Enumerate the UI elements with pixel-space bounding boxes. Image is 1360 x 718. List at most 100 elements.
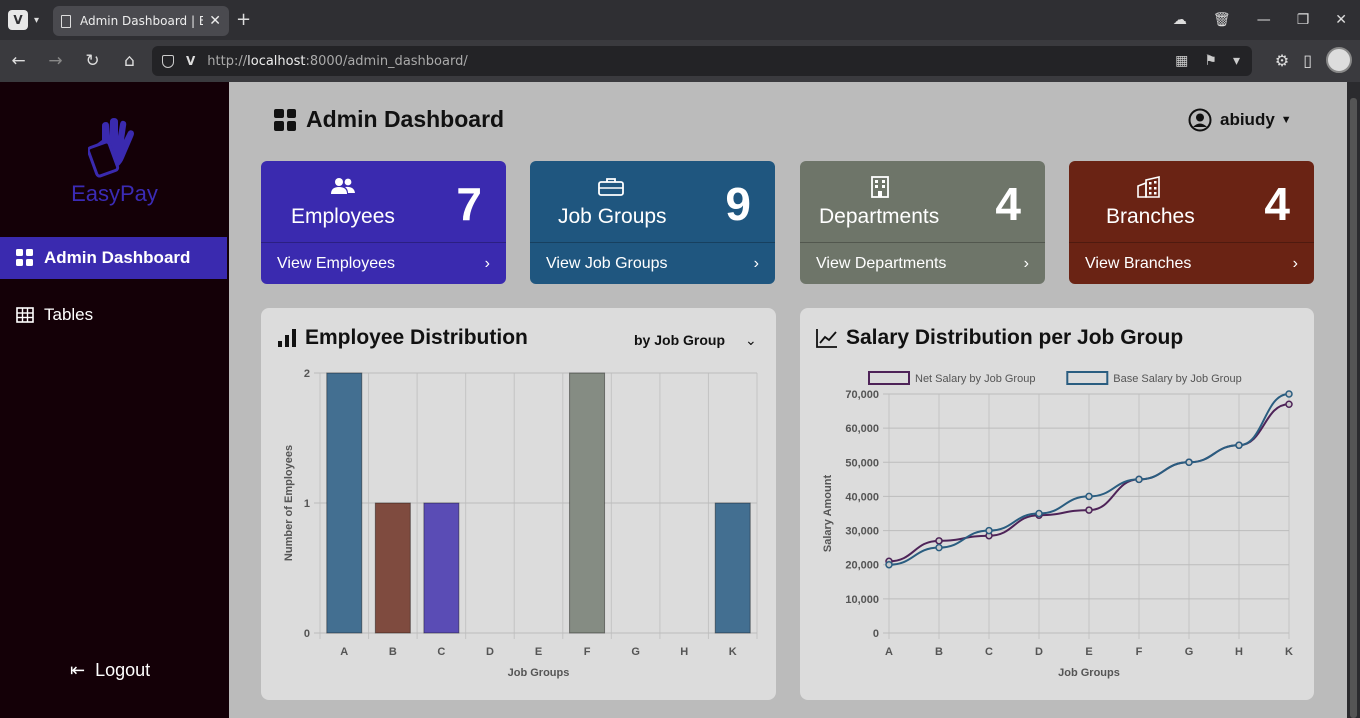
- city-icon: [1137, 176, 1160, 198]
- vivaldi-menu-icon[interactable]: V: [8, 10, 28, 30]
- chevron-down-icon[interactable]: ▾: [1233, 53, 1240, 69]
- salary-line-chart: Net Salary by Job Group Base Salary by Jo…: [822, 371, 1293, 679]
- page-title: Admin Dashboard: [274, 106, 504, 133]
- dashboard-icon: [274, 108, 296, 131]
- branches-card: Branches 4 View Branches ›: [1069, 161, 1314, 284]
- x-tick-label: H: [1235, 646, 1243, 658]
- restore-icon[interactable]: ❐: [1297, 12, 1310, 28]
- bar: [374, 502, 411, 634]
- scrollbar[interactable]: [1347, 82, 1360, 718]
- bar: [714, 502, 751, 634]
- logout-icon: ⇤: [70, 660, 86, 680]
- logo-text: EasyPay: [71, 181, 158, 206]
- logout-button[interactable]: ⇤ Logout: [70, 660, 150, 681]
- chevron-right-icon: ›: [753, 254, 759, 272]
- username: abiudy: [1220, 110, 1275, 129]
- data-point: [985, 526, 993, 535]
- users-icon: [331, 178, 355, 194]
- employee-bar-chart: 0 1 2 A B C D E F G H K Job Groups Number of Employee…: [283, 368, 758, 679]
- url-host: localhost: [247, 53, 306, 69]
- view-branches-link[interactable]: View Branches ›: [1069, 243, 1314, 284]
- grid-icon: [16, 249, 33, 266]
- y-tick-label: 30,000: [845, 526, 879, 538]
- card-link-label: View Departments: [816, 254, 947, 272]
- data-point: [1285, 400, 1293, 408]
- bookmark-icon[interactable]: ⚑: [1204, 53, 1217, 69]
- browser-tabbar: V ▾ Admin Dashboard | Eas ✕ + ☁ 🗑 — ❐ ✕: [0, 0, 1360, 40]
- card-count: 4: [995, 178, 1021, 230]
- sidebar-item-label: Tables: [44, 305, 94, 324]
- salary-distribution-panel: Salary Distribution per Job Group Net Sa…: [800, 308, 1314, 700]
- scrollbar-thumb[interactable]: [1350, 98, 1357, 718]
- legend-label: Base Salary by Job Group: [1113, 373, 1241, 385]
- x-tick-label: B: [389, 646, 397, 658]
- view-job-groups-link[interactable]: View Job Groups ›: [530, 243, 775, 284]
- sidebar-item-tables[interactable]: Tables: [0, 294, 227, 336]
- cloud-icon[interactable]: ☁: [1173, 12, 1187, 28]
- logout-label: Logout: [95, 660, 151, 680]
- sidebar-item-admin-dashboard[interactable]: Admin Dashboard: [0, 237, 227, 279]
- url-rest: :8000/admin_dashboard/: [305, 53, 468, 69]
- shield-icon[interactable]: [162, 54, 174, 68]
- document-icon: [61, 14, 71, 28]
- card-label: Departments: [819, 205, 940, 228]
- x-tick-label: C: [437, 646, 445, 658]
- chevron-right-icon: ›: [484, 254, 490, 272]
- card-count: 7: [456, 178, 482, 230]
- chevron-down-icon[interactable]: ▾: [34, 15, 39, 26]
- profile-avatar[interactable]: [1326, 47, 1352, 73]
- url-field[interactable]: V http://localhost:8000/admin_dashboard/…: [152, 46, 1252, 76]
- minimize-icon[interactable]: —: [1257, 12, 1271, 28]
- vivaldi-v-icon: V: [186, 54, 196, 68]
- card-link-label: View Job Groups: [546, 254, 668, 272]
- bar: [423, 502, 460, 634]
- card-label: Branches: [1106, 205, 1195, 228]
- card-label: Job Groups: [558, 205, 667, 228]
- url-prefix: http://: [207, 53, 248, 69]
- data-point: [1085, 492, 1093, 501]
- user-menu[interactable]: abiudy ▼: [1188, 108, 1292, 132]
- new-tab-icon[interactable]: +: [236, 9, 251, 30]
- x-tick-label: A: [885, 646, 893, 658]
- x-tick-label: G: [1185, 646, 1194, 658]
- y-tick-label: 40,000: [845, 491, 879, 503]
- reload-icon[interactable]: ↻: [74, 51, 111, 71]
- x-tick-label: K: [1285, 646, 1293, 658]
- qr-code-icon[interactable]: ▦: [1175, 53, 1188, 69]
- x-tick-label: E: [535, 646, 542, 658]
- y-tick-label: 1: [304, 498, 310, 510]
- x-tick-label: B: [935, 646, 943, 658]
- x-tick-label: K: [729, 646, 737, 658]
- panel-toggle-icon[interactable]: ▯: [1303, 51, 1312, 70]
- extensions-icon[interactable]: ⚙: [1275, 51, 1289, 70]
- bar: [569, 372, 606, 634]
- employee-distribution-panel: Employee Distribution by Job Group ⌄ 012A…: [261, 308, 776, 700]
- window-controls: ☁ 🗑 — ❐ ✕: [1160, 0, 1360, 40]
- y-tick-label: 0: [304, 628, 310, 640]
- data-point: [1085, 506, 1093, 514]
- forward-icon[interactable]: →: [37, 51, 74, 71]
- x-tick-label: F: [1136, 646, 1143, 658]
- card-link-label: View Branches: [1085, 254, 1192, 272]
- x-tick-label: C: [985, 646, 993, 658]
- close-tab-icon[interactable]: ✕: [209, 13, 221, 29]
- job-groups-card: Job Groups 9 View Job Groups ›: [530, 161, 775, 284]
- close-window-icon[interactable]: ✕: [1335, 12, 1347, 28]
- x-axis-label: Job Groups: [1058, 667, 1120, 679]
- y-tick-label: 20,000: [845, 560, 879, 572]
- view-departments-link[interactable]: View Departments ›: [800, 243, 1045, 284]
- data-point: [1185, 458, 1193, 467]
- y-tick-label: 60,000: [845, 423, 879, 435]
- x-axis-label: Job Groups: [508, 667, 570, 679]
- back-icon[interactable]: ←: [0, 51, 37, 71]
- legend-label: Net Salary by Job Group: [915, 373, 1035, 385]
- view-employees-link[interactable]: View Employees ›: [261, 243, 506, 284]
- trash-icon[interactable]: 🗑: [1213, 12, 1231, 28]
- home-icon[interactable]: ⌂: [111, 51, 148, 71]
- x-tick-label: D: [1035, 646, 1043, 658]
- building-icon: [871, 176, 889, 198]
- data-point: [1035, 509, 1043, 518]
- browser-tab[interactable]: Admin Dashboard | Eas ✕: [53, 6, 229, 36]
- card-link-label: View Employees: [277, 254, 395, 272]
- y-tick-label: 2: [304, 368, 310, 380]
